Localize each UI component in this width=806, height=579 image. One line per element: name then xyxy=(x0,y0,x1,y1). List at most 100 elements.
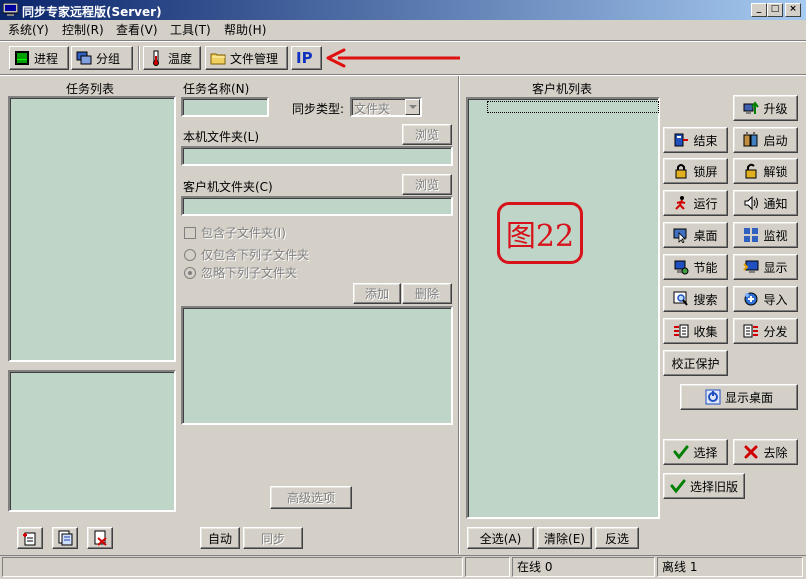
client-list[interactable] xyxy=(466,97,660,519)
menu-control[interactable]: 控制(R) xyxy=(62,22,104,38)
start-process-icon xyxy=(743,132,758,147)
separator xyxy=(0,75,806,76)
menu-tools[interactable]: 工具(T) xyxy=(170,22,211,38)
desktop-button[interactable]: 桌面 xyxy=(663,222,728,248)
add-subfolder-button[interactable]: 添加 xyxy=(353,283,401,304)
file-manage-button[interactable]: 文件管理 xyxy=(205,46,288,70)
distribute-button[interactable]: 分发 xyxy=(733,318,798,344)
power-save-icon xyxy=(674,260,689,275)
run-button[interactable]: 运行 xyxy=(663,190,728,216)
menu-view[interactable]: 查看(V) xyxy=(116,22,158,38)
sync-type-label: 同步类型: xyxy=(292,102,345,116)
only-include-radio[interactable]: 仅包含下列子文件夹 xyxy=(184,246,309,263)
auto-button[interactable]: 自动 xyxy=(200,527,240,549)
run-icon xyxy=(675,196,686,210)
dropdown-arrow-button[interactable] xyxy=(405,99,420,115)
document-icon xyxy=(58,530,73,546)
select-old-button[interactable]: 选择旧版 xyxy=(663,473,745,499)
select-button[interactable]: 选择 xyxy=(663,439,728,465)
clear-button[interactable]: 清除(E) xyxy=(537,527,592,549)
menu-help[interactable]: 帮助(H) xyxy=(224,22,266,38)
chevron-down-icon xyxy=(409,105,417,109)
import-button[interactable]: 导入 xyxy=(733,286,798,312)
ignore-label: 忽略下列子文件夹 xyxy=(201,266,298,280)
show-desktop-icon xyxy=(705,389,721,405)
select-all-button[interactable]: 全选(A) xyxy=(467,527,534,549)
group-icon xyxy=(76,51,92,65)
display-button[interactable]: 显示 xyxy=(733,254,798,280)
new-task-button[interactable] xyxy=(17,527,43,549)
client-browse-button[interactable]: 浏览 xyxy=(402,174,452,195)
minimize-button[interactable]: _ xyxy=(751,3,767,17)
edit-task-button[interactable] xyxy=(52,527,78,549)
run-label: 运行 xyxy=(693,196,718,211)
process-icon xyxy=(15,51,29,65)
process-button[interactable]: 进程 xyxy=(9,46,69,70)
sync-button[interactable]: 同步 xyxy=(243,527,303,549)
lock-screen-button[interactable]: 锁屏 xyxy=(663,158,728,184)
focus-rect xyxy=(487,101,659,113)
start-label: 启动 xyxy=(763,133,788,148)
verify-protect-button[interactable]: 校正保护 xyxy=(663,350,728,376)
collect-button[interactable]: 收集 xyxy=(663,318,728,344)
select-label: 选择 xyxy=(693,445,718,460)
remove-label: 去除 xyxy=(763,445,788,460)
task-detail-list[interactable] xyxy=(8,370,176,512)
power-save-button[interactable]: 节能 xyxy=(663,254,728,280)
sync-type-select[interactable]: 文件夹 xyxy=(350,97,422,117)
notify-label: 通知 xyxy=(763,196,788,211)
maximize-button[interactable]: □ xyxy=(767,3,783,17)
invert-button[interactable]: 反选 xyxy=(595,527,639,549)
distribute-label: 分发 xyxy=(763,324,788,339)
menu-system[interactable]: 系统(Y) xyxy=(8,22,49,38)
client-folder-input[interactable] xyxy=(181,196,453,216)
delete-subfolder-button[interactable]: 删除 xyxy=(402,283,452,304)
lock-screen-label: 锁屏 xyxy=(693,164,718,179)
group-button[interactable]: 分组 xyxy=(71,46,133,70)
window-title: 同步专家远程版(Server) xyxy=(22,5,162,19)
include-subfolders-checkbox[interactable]: 包含子文件夹(I) xyxy=(184,224,286,241)
end-process-icon xyxy=(674,133,689,147)
status-online: 在线 0 xyxy=(512,557,655,577)
client-list-header: 客户机列表 xyxy=(532,82,593,96)
import-icon xyxy=(744,292,758,306)
checkbox-box xyxy=(184,226,196,239)
upgrade-button[interactable]: 升级 xyxy=(733,95,798,121)
temperature-button[interactable]: 温度 xyxy=(143,46,201,70)
notify-button[interactable]: 通知 xyxy=(733,190,798,216)
subfolder-list[interactable] xyxy=(181,306,453,425)
search-icon xyxy=(673,291,689,306)
collect-icon xyxy=(674,324,689,338)
ip-button[interactable]: IP xyxy=(291,46,322,70)
status-cell-empty xyxy=(465,557,510,577)
display-label: 显示 xyxy=(763,260,788,275)
local-browse-button[interactable]: 浏览 xyxy=(402,124,452,145)
separator xyxy=(0,41,806,42)
only-include-label: 仅包含下列子文件夹 xyxy=(201,248,310,262)
desktop-icon xyxy=(673,228,687,243)
local-folder-input[interactable] xyxy=(181,146,453,166)
import-label: 导入 xyxy=(763,292,788,307)
unlock-button[interactable]: 解锁 xyxy=(733,158,798,184)
speaker-icon xyxy=(744,195,759,211)
delete-task-button[interactable] xyxy=(87,527,113,549)
task-name-label: 任务名称(N) xyxy=(183,82,250,96)
status-offline: 离线 1 xyxy=(657,557,803,577)
monitor-button[interactable]: 监视 xyxy=(733,222,798,248)
separator xyxy=(0,555,806,556)
select-old-label: 选择旧版 xyxy=(689,479,738,494)
delete-icon xyxy=(94,530,107,546)
start-button[interactable]: 启动 xyxy=(733,127,798,153)
close-button[interactable]: × xyxy=(785,3,801,17)
local-folder-label: 本机文件夹(L) xyxy=(183,130,260,144)
end-button[interactable]: 结束 xyxy=(663,127,728,153)
advanced-options-button[interactable]: 高级选项 xyxy=(270,486,352,509)
check-icon xyxy=(670,479,686,494)
ignore-radio[interactable]: 忽略下列子文件夹 xyxy=(184,264,297,281)
task-list[interactable] xyxy=(8,96,176,362)
search-button[interactable]: 搜索 xyxy=(663,286,728,312)
check-icon xyxy=(673,445,689,460)
task-name-input[interactable] xyxy=(181,97,269,117)
remove-button[interactable]: 去除 xyxy=(733,439,798,465)
show-desktop-button[interactable]: 显示桌面 xyxy=(680,384,798,410)
